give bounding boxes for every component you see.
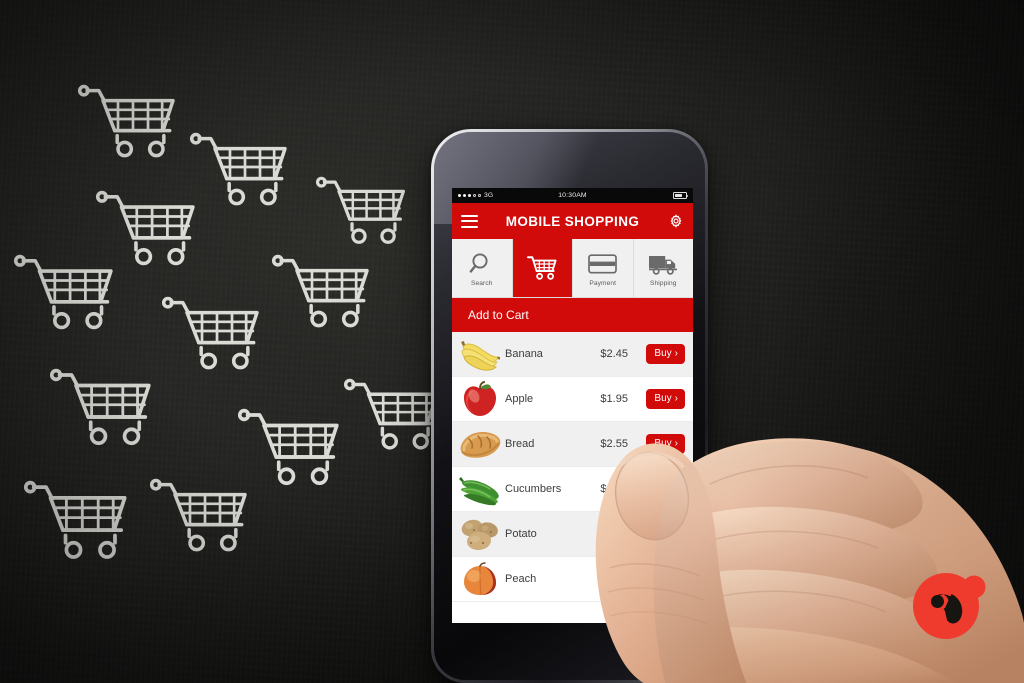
chevron-right-icon: › xyxy=(674,527,678,539)
credit-card-icon xyxy=(588,249,618,279)
buy-button[interactable]: Buy › xyxy=(646,389,685,409)
product-price: $2.55 xyxy=(600,438,628,450)
product-row[interactable]: Peach $6.35 Buy › xyxy=(452,557,693,602)
bread-loaf-photo xyxy=(458,424,502,464)
product-row[interactable]: Banana $2.45 Buy › xyxy=(452,332,693,377)
tab-bar: Search Payment Shipping xyxy=(452,239,693,298)
gear-icon[interactable] xyxy=(668,213,684,229)
buy-label: Buy xyxy=(654,528,672,540)
chevron-right-icon: › xyxy=(674,437,678,449)
hamburger-menu-icon[interactable] xyxy=(461,214,478,228)
product-row[interactable]: Bread $2.55 Buy › xyxy=(452,422,693,467)
tab-label: Search xyxy=(471,280,493,287)
buy-label: Buy xyxy=(654,573,672,585)
peach-photo xyxy=(458,559,502,599)
product-row[interactable]: Potato $3.85 Buy › xyxy=(452,512,693,557)
product-price: $4.05 xyxy=(600,483,628,495)
product-price: $6.35 xyxy=(600,573,628,585)
buy-label: Buy xyxy=(654,393,672,405)
cucumbers-photo xyxy=(458,469,502,509)
smartphone-device: 3G 10:30AM MOBILE SHOPPING Search Paymen… xyxy=(431,129,708,683)
magnifier-icon xyxy=(469,249,495,279)
product-row[interactable]: Apple $1.95 Buy › xyxy=(452,377,693,422)
section-header: Add to Cart xyxy=(452,298,693,332)
delivery-truck-icon xyxy=(648,249,678,279)
product-name: Peach xyxy=(505,573,537,585)
buy-label: Buy xyxy=(654,483,672,495)
buy-label: Buy xyxy=(654,438,672,450)
buy-button[interactable]: Buy › xyxy=(646,569,685,589)
red-circle-logo xyxy=(911,564,987,640)
status-bar-clock: 10:30AM xyxy=(558,192,587,199)
tab-shipping[interactable]: Shipping xyxy=(633,239,693,297)
product-name: Cucumbers xyxy=(505,483,562,495)
buy-label: Buy xyxy=(654,348,672,360)
buy-button[interactable]: Buy › xyxy=(646,524,685,544)
status-bar: 3G 10:30AM xyxy=(452,188,693,203)
buy-button[interactable]: Buy › xyxy=(646,434,685,454)
product-name: Bread xyxy=(505,438,535,450)
product-list: Banana $2.45 Buy › Apple $1.95 Buy › Bread $2.5… xyxy=(452,332,693,602)
tab-label: Shipping xyxy=(650,280,677,287)
product-row[interactable]: Cucumbers $4.05 Buy › xyxy=(452,467,693,512)
tab-search[interactable]: Search xyxy=(452,239,513,297)
app-title: MOBILE SHOPPING xyxy=(505,213,640,229)
app-header: MOBILE SHOPPING xyxy=(452,203,693,239)
tab-payment[interactable]: Payment xyxy=(573,239,634,297)
battery-icon xyxy=(673,192,689,199)
product-name: Apple xyxy=(505,393,534,405)
chevron-right-icon: › xyxy=(674,347,678,359)
product-price: $1.95 xyxy=(600,393,628,405)
shopping-cart-icon xyxy=(527,253,557,283)
buy-button[interactable]: Buy › xyxy=(646,479,685,499)
product-name: Banana xyxy=(505,348,543,360)
section-title: Add to Cart xyxy=(468,308,529,322)
bananas-photo xyxy=(458,334,502,374)
potatoes-photo xyxy=(458,514,502,554)
product-price: $3.85 xyxy=(600,528,628,540)
screenshot-stage: 3G 10:30AM MOBILE SHOPPING Search Paymen… xyxy=(0,0,1024,683)
phone-body: 3G 10:30AM MOBILE SHOPPING Search Paymen… xyxy=(434,132,705,680)
tab-cart[interactable] xyxy=(512,239,573,297)
chevron-right-icon: › xyxy=(674,572,678,584)
product-name: Potato xyxy=(505,528,537,540)
apple-photo xyxy=(458,379,502,419)
tab-label: Payment xyxy=(589,280,617,287)
chevron-right-icon: › xyxy=(674,392,678,404)
phone-screen: 3G 10:30AM MOBILE SHOPPING Search Paymen… xyxy=(452,188,693,623)
buy-button[interactable]: Buy › xyxy=(646,344,685,364)
product-price: $2.45 xyxy=(600,348,628,360)
chevron-right-icon: › xyxy=(674,482,678,494)
